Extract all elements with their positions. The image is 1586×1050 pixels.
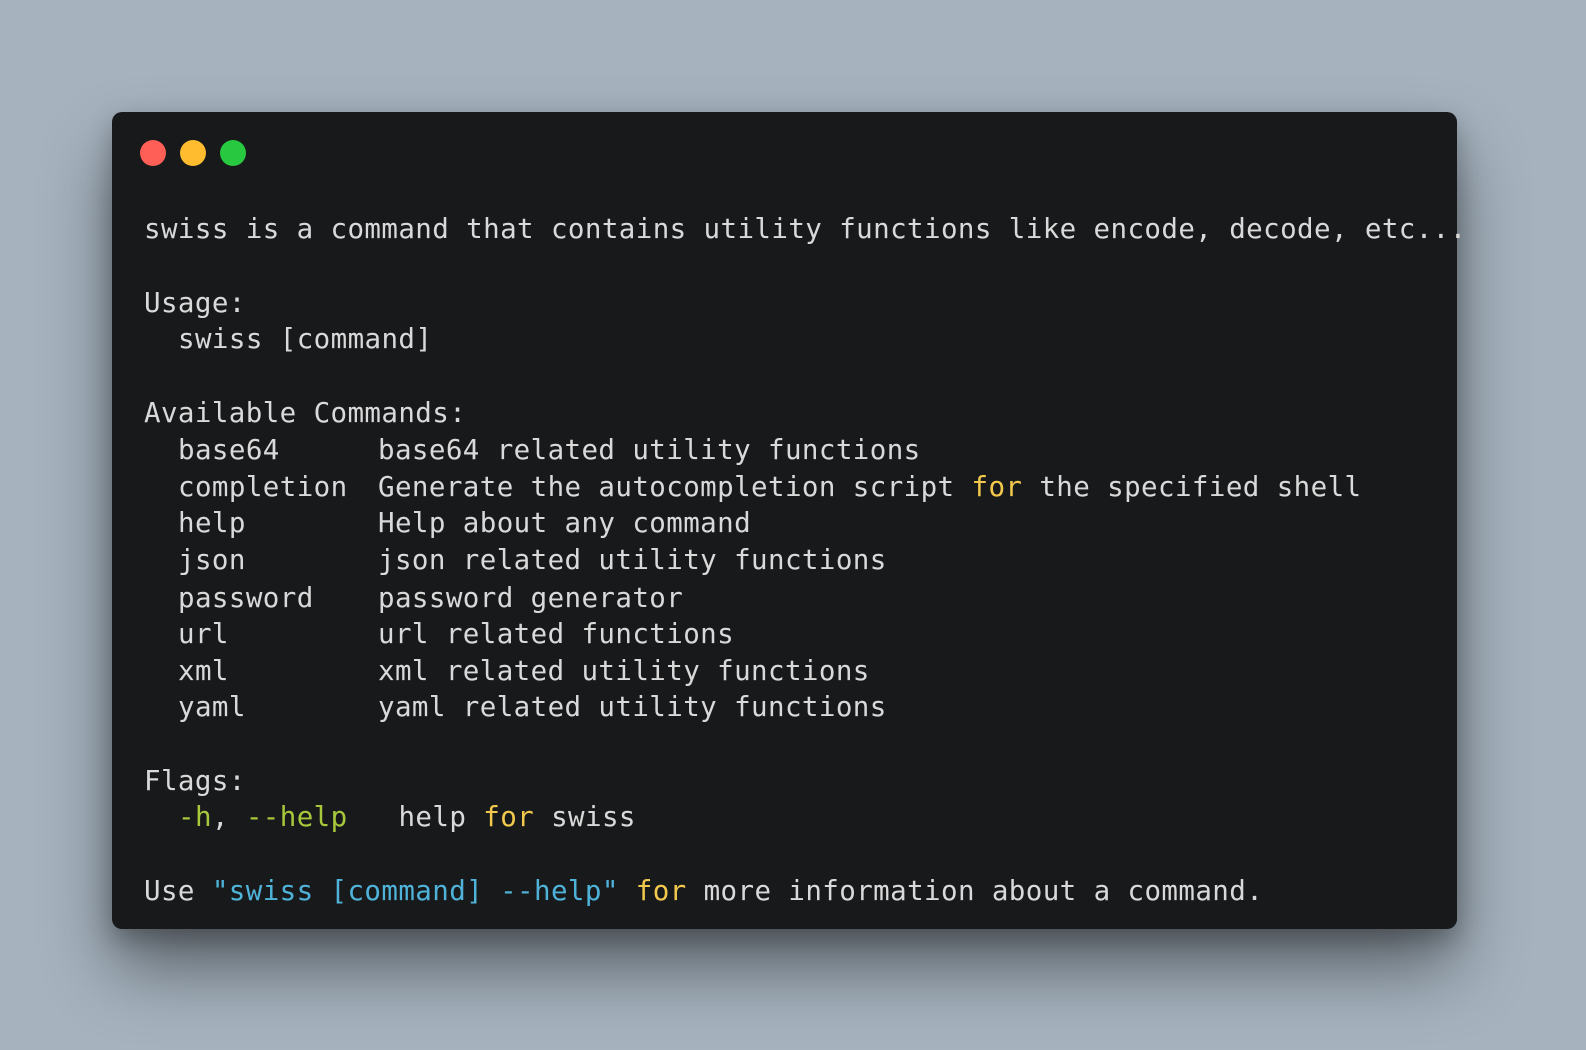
keyword: for (483, 801, 535, 833)
command-desc: password generator (378, 582, 684, 614)
footer-line: Use "swiss [command] --help" for more in… (144, 875, 1264, 907)
command-name: help (178, 507, 246, 539)
footer-suffix: more information about a command. (686, 875, 1264, 907)
command-desc: yaml related utility functions (378, 691, 887, 723)
command-desc: base64 related utility functions (378, 434, 921, 466)
keyword: for (635, 875, 687, 907)
flag-desc: swiss (534, 801, 636, 833)
command-name: yaml (178, 691, 246, 723)
command-desc: xml related utility functions (378, 655, 870, 687)
command-desc: url related functions (378, 618, 735, 650)
command-desc: Help about any command (378, 507, 752, 539)
terminal-output: swiss is a command that contains utility… (144, 215, 1466, 920)
command-desc: json related utility functions (378, 544, 887, 576)
keyword: for (971, 471, 1023, 503)
command-name: json (178, 544, 246, 576)
flag-short: -h (178, 801, 212, 833)
command-name: url (178, 618, 229, 650)
command-desc: Generate the autocompletion script (378, 471, 972, 503)
command-name: completion (178, 471, 348, 503)
commands-header: Available Commands: (144, 397, 467, 429)
description-line: swiss is a command that contains utility… (144, 213, 1467, 245)
command-desc: the specified shell (1022, 471, 1362, 503)
flag-desc: help (398, 801, 484, 833)
command-row: yaml yaml related utility functions (144, 691, 887, 723)
command-name: password (178, 582, 314, 614)
close-button[interactable] (140, 140, 166, 166)
flags-header: Flags: (144, 765, 246, 797)
command-row: password password generator (144, 582, 684, 614)
command-row: json json related utility functions (144, 544, 887, 576)
footer-prefix: Use (144, 875, 212, 907)
usage-line: swiss [command] (178, 323, 433, 355)
flag-row: -h, --help help for swiss (144, 801, 636, 833)
minimize-button[interactable] (180, 140, 206, 166)
command-row: xml xml related utility functions (144, 655, 870, 687)
flag-long: --help (245, 801, 348, 833)
command-name: xml (178, 655, 229, 687)
command-row: help Help about any command (144, 507, 752, 539)
command-row: completion Generate the autocompletion sc… (144, 471, 1362, 503)
flag-sep: , (211, 801, 246, 833)
usage-header: Usage: (144, 287, 246, 319)
command-row: url url related functions (144, 618, 735, 650)
footer-quoted: "swiss [command] --help" (211, 875, 619, 907)
command-row: base64 base64 related utility functions (144, 434, 921, 466)
maximize-button[interactable] (220, 140, 246, 166)
terminal-window: swiss is a command that contains utility… (112, 112, 1466, 929)
command-name: base64 (178, 434, 280, 466)
